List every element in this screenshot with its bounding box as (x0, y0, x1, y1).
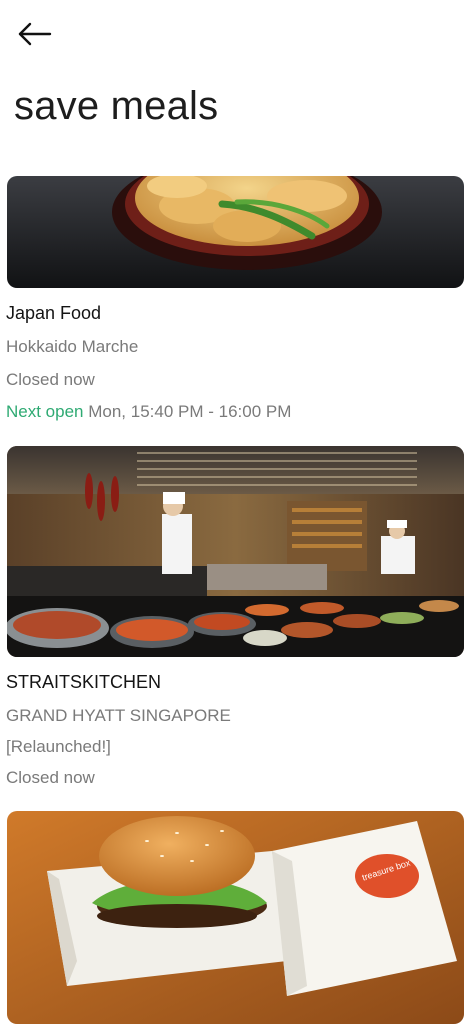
status-text: Closed now (6, 370, 95, 389)
next-open-label: Next open (6, 402, 84, 421)
restaurant-name: Japan Food (6, 303, 102, 323)
restaurant-location: Hokkaido Marche (6, 337, 139, 356)
arrow-left-icon (18, 22, 52, 46)
back-button[interactable] (12, 14, 56, 54)
restaurant-name: STRAITSKITCHEN (6, 672, 162, 692)
tempura-bowl-photo[interactable] (7, 176, 464, 288)
status-text: Closed now (6, 768, 95, 787)
relaunch-note: [Relaunched!] (6, 737, 111, 756)
buffet-kitchen-photo[interactable] (7, 446, 464, 657)
next-open-row: Next open Mon, 15:40 PM - 16:00 PM (6, 402, 291, 422)
restaurant-location: GRAND HYATT SINGAPORE (6, 706, 231, 725)
page-title: save meals (14, 84, 219, 128)
burger-takeaway-box-photo[interactable]: treasure box (7, 811, 464, 1024)
save-meals-screen: save meals Japan Food Hokkaido Marche Cl… (0, 0, 472, 1024)
next-open-time: Mon, 15:40 PM - 16:00 PM (88, 402, 292, 421)
header: save meals (0, 0, 472, 176)
